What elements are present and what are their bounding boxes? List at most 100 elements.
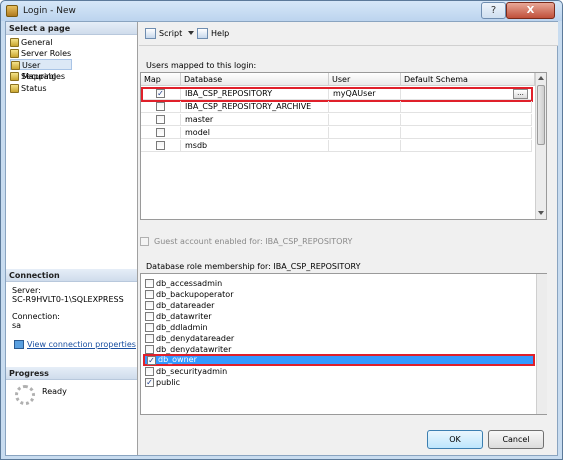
role-label: db_datareader	[156, 301, 215, 310]
help-button[interactable]: Help	[197, 28, 229, 40]
role-label: db_datawriter	[156, 312, 212, 321]
database-cell: master	[181, 114, 329, 126]
database-cell: model	[181, 127, 329, 139]
role-checkbox[interactable]	[145, 279, 154, 288]
database-cell: IBA_CSP_REPOSITORY_ARCHIVE	[181, 101, 329, 113]
scroll-down-icon[interactable]	[538, 211, 544, 215]
cancel-button[interactable]: Cancel	[488, 430, 544, 449]
schema-cell[interactable]	[401, 101, 532, 113]
table-row[interactable]: model	[141, 127, 532, 139]
map-checkbox[interactable]	[156, 141, 165, 150]
users-mapped-label: Users mapped to this login:	[146, 61, 257, 70]
window-title: Login - New	[23, 6, 76, 16]
guest-account-checkbox: Guest account enabled for: IBA_CSP_REPOS…	[140, 237, 352, 246]
table-row[interactable]: msdb	[141, 140, 532, 152]
progress-header: Progress	[6, 367, 137, 380]
progress-status: Ready	[42, 387, 67, 396]
schema-cell[interactable]	[401, 140, 532, 152]
column-header-user[interactable]: User	[329, 73, 401, 86]
users-mapped-grid: Map Database User Default Schema ✓ IBA_C…	[140, 72, 547, 220]
role-checkbox[interactable]	[145, 290, 154, 299]
link-label: View connection properties	[27, 340, 136, 349]
map-checkbox[interactable]	[156, 128, 165, 137]
user-cell[interactable]	[329, 140, 401, 152]
scroll-up-icon[interactable]	[538, 76, 544, 80]
nav-item-general[interactable]: General	[10, 37, 53, 48]
schema-cell[interactable]	[401, 114, 532, 126]
role-checkbox[interactable]	[145, 345, 154, 354]
map-checkbox[interactable]	[156, 102, 165, 111]
role-label: db_backupoperator	[156, 290, 234, 299]
column-header-default-schema[interactable]: Default Schema	[401, 73, 535, 86]
role-item-db-denydatareader[interactable]: db_denydatareader	[143, 333, 535, 344]
role-list-scrollbar[interactable]	[536, 274, 547, 414]
view-connection-properties-link[interactable]: View connection properties	[14, 340, 136, 349]
page-icon	[10, 49, 19, 58]
map-cell	[141, 101, 181, 113]
table-row[interactable]: master	[141, 114, 532, 126]
role-checkbox[interactable]: ✓	[145, 378, 154, 387]
server-value: SC-R9HVLT0-1\SQLEXPRESS	[12, 295, 124, 304]
role-checkbox[interactable]	[145, 367, 154, 376]
map-cell	[141, 140, 181, 152]
map-cell	[141, 114, 181, 126]
chevron-down-icon[interactable]	[188, 31, 194, 35]
nav-item-label: Status	[21, 84, 47, 93]
schema-cell[interactable]	[401, 127, 532, 139]
role-label: db_denydatareader	[156, 334, 235, 343]
user-cell[interactable]	[329, 101, 401, 113]
guest-checkbox-box	[140, 237, 149, 246]
script-button[interactable]: Script	[145, 28, 182, 40]
progress-spinner-icon	[15, 385, 35, 405]
role-item-db-backupoperator[interactable]: db_backupoperator	[143, 289, 535, 300]
connection-value: sa	[12, 321, 22, 330]
role-checkbox[interactable]	[145, 312, 154, 321]
script-label: Script	[159, 29, 183, 38]
nav-item-label: Securables	[21, 72, 66, 81]
role-label: public	[156, 378, 181, 387]
ok-button[interactable]: OK	[427, 430, 483, 449]
map-cell	[141, 127, 181, 139]
nav-item-status[interactable]: Status	[10, 83, 47, 94]
role-checkbox[interactable]	[145, 334, 154, 343]
guest-label: Guest account enabled for: IBA_CSP_REPOS…	[154, 237, 353, 246]
nav-item-label: General	[21, 38, 53, 47]
connection-header: Connection	[6, 269, 137, 282]
nav-item-user-mapping[interactable]: User Mapping	[10, 59, 72, 81]
grid-vertical-scrollbar[interactable]	[535, 73, 546, 219]
page-icon	[10, 38, 19, 47]
role-item-db-owner[interactable]: ✓ db_owner	[143, 354, 535, 366]
nav-item-label: Server Roles	[21, 49, 72, 58]
help-label: Help	[211, 29, 230, 38]
close-window-button[interactable]: X	[506, 2, 555, 19]
column-header-map[interactable]: Map	[141, 73, 181, 86]
nav-item-server-roles[interactable]: Server Roles	[10, 48, 71, 59]
user-cell[interactable]	[329, 127, 401, 139]
left-pane: Select a page General Server Roles User …	[6, 22, 138, 455]
role-label: db_securityadmin	[156, 367, 228, 376]
server-label: Server:	[12, 286, 41, 295]
role-item-db-datawriter[interactable]: db_datawriter	[143, 311, 535, 322]
app-icon	[6, 5, 18, 17]
role-item-public[interactable]: ✓ public	[143, 377, 535, 388]
help-window-button[interactable]: ?	[481, 2, 506, 19]
role-membership-list: db_accessadmin db_backupoperator db_data…	[140, 273, 547, 415]
role-item-db-ddladmin[interactable]: db_ddladmin	[143, 322, 535, 333]
role-checkbox[interactable]: ✓	[147, 356, 156, 365]
script-icon	[145, 28, 156, 39]
select-page-header: Select a page	[6, 22, 137, 35]
map-checkbox[interactable]	[156, 115, 165, 124]
selected-row-highlight	[141, 87, 533, 102]
column-header-database[interactable]: Database	[181, 73, 329, 86]
role-checkbox[interactable]	[145, 301, 154, 310]
nav-item-securables[interactable]: Securables	[10, 71, 65, 82]
role-item-db-accessadmin[interactable]: db_accessadmin	[143, 278, 535, 289]
role-label: db_accessadmin	[156, 279, 223, 288]
table-row[interactable]: IBA_CSP_REPOSITORY_ARCHIVE	[141, 101, 532, 113]
role-checkbox[interactable]	[145, 323, 154, 332]
user-cell[interactable]	[329, 114, 401, 126]
role-item-db-datareader[interactable]: db_datareader	[143, 300, 535, 311]
page-icon	[10, 72, 19, 81]
role-item-db-securityadmin[interactable]: db_securityadmin	[143, 366, 535, 377]
scroll-thumb[interactable]	[537, 85, 545, 145]
